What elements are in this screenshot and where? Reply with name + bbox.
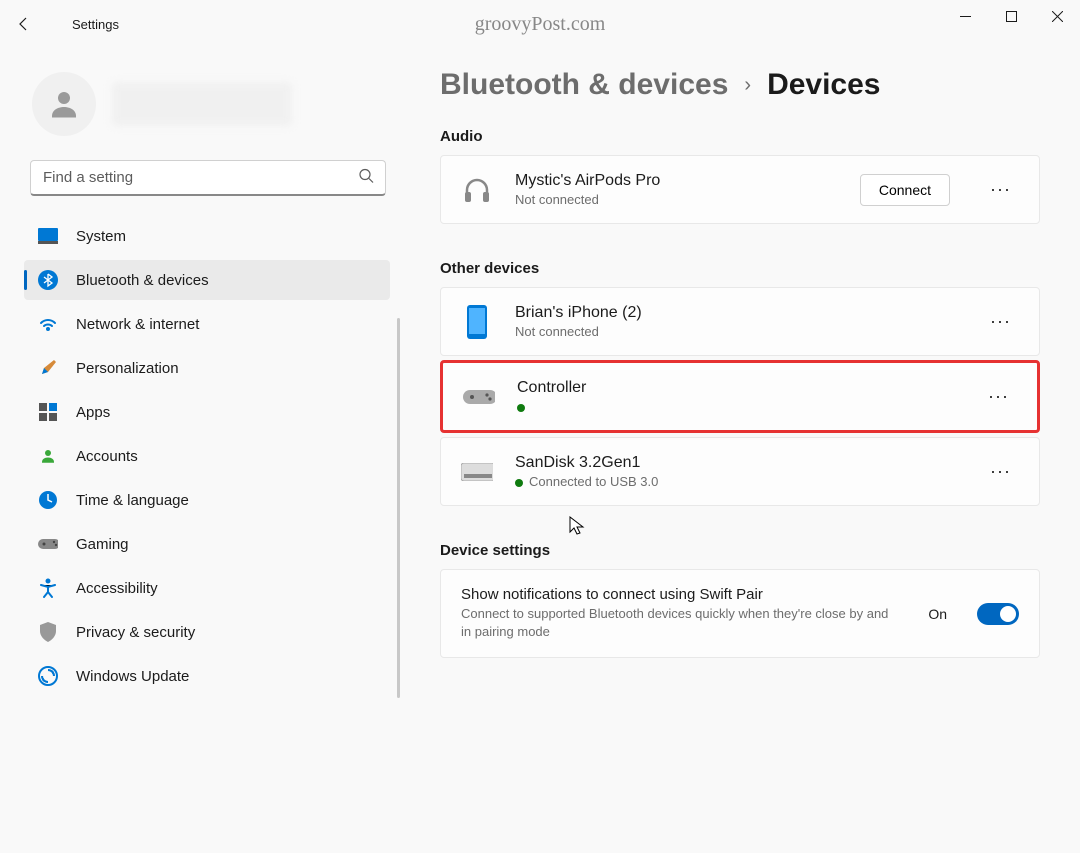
sidebar-item-privacy[interactable]: Privacy & security: [24, 612, 390, 652]
sidebar-item-label: Privacy & security: [76, 624, 195, 641]
setting-swift-pair: Show notifications to connect using Swif…: [440, 569, 1040, 658]
sidebar-item-label: Apps: [76, 404, 110, 421]
connect-button[interactable]: Connect: [860, 174, 950, 206]
sidebar-item-label: Time & language: [76, 492, 189, 509]
device-status: Not connected: [515, 324, 950, 339]
sidebar: System Bluetooth & devices Network & int…: [0, 48, 400, 853]
sidebar-item-label: Network & internet: [76, 316, 199, 333]
apps-icon: [38, 402, 58, 422]
maximize-button[interactable]: [988, 0, 1034, 32]
device-card-phone[interactable]: Brian's iPhone (2) Not connected ···: [440, 287, 1040, 356]
section-title-audio: Audio: [440, 128, 1040, 145]
shield-icon: [38, 622, 58, 642]
device-status: [517, 399, 948, 414]
sidebar-item-system[interactable]: System: [24, 216, 390, 256]
sidebar-item-accounts[interactable]: Accounts: [24, 436, 390, 476]
system-icon: [38, 226, 58, 246]
device-name: SanDisk 3.2Gen1: [515, 454, 950, 472]
sidebar-item-label: Accounts: [76, 448, 138, 465]
avatar: [32, 72, 96, 136]
setting-title: Show notifications to connect using Swif…: [461, 586, 908, 603]
breadcrumb: Bluetooth & devices › Devices: [440, 68, 1040, 102]
device-name: Mystic's AirPods Pro: [515, 172, 838, 190]
device-card-audio[interactable]: Mystic's AirPods Pro Not connected Conne…: [440, 155, 1040, 224]
clock-globe-icon: [38, 490, 58, 510]
sidebar-item-label: Gaming: [76, 536, 129, 553]
wifi-icon: [38, 314, 58, 334]
search-input[interactable]: [30, 160, 386, 196]
section-title-device-settings: Device settings: [440, 542, 1040, 559]
gamepad-icon: [38, 534, 58, 554]
sidebar-item-personalization[interactable]: Personalization: [24, 348, 390, 388]
sidebar-item-label: Windows Update: [76, 668, 189, 685]
device-name: Brian's iPhone (2): [515, 304, 950, 322]
search-icon: [358, 168, 374, 189]
person-icon: [38, 446, 58, 466]
gamepad-icon: [463, 381, 495, 413]
account-name-redacted: [112, 82, 292, 126]
watermark: groovyPost.com: [475, 13, 606, 36]
accessibility-icon: [38, 578, 58, 598]
chevron-right-icon: ›: [744, 74, 751, 97]
sidebar-item-update[interactable]: Windows Update: [24, 656, 390, 696]
breadcrumb-parent[interactable]: Bluetooth & devices: [440, 68, 728, 102]
sidebar-item-network[interactable]: Network & internet: [24, 304, 390, 344]
update-icon: [38, 666, 58, 686]
section-title-other: Other devices: [440, 260, 1040, 277]
device-status: Connected to USB 3.0: [515, 474, 950, 489]
setting-description: Connect to supported Bluetooth devices q…: [461, 605, 901, 641]
toggle-state-label: On: [928, 606, 947, 622]
bluetooth-icon: [38, 270, 58, 290]
more-button[interactable]: ···: [982, 173, 1019, 206]
main-content: Bluetooth & devices › Devices Audio Myst…: [400, 48, 1080, 853]
minimize-button[interactable]: [942, 0, 988, 32]
device-status: Not connected: [515, 192, 838, 207]
close-button[interactable]: [1034, 0, 1080, 32]
titlebar: Settings groovyPost.com: [0, 0, 1080, 48]
app-title: Settings: [72, 17, 119, 32]
sidebar-item-label: System: [76, 228, 126, 245]
breadcrumb-current: Devices: [767, 68, 880, 102]
nav: System Bluetooth & devices Network & int…: [24, 216, 392, 853]
back-button[interactable]: [4, 4, 44, 44]
device-card-controller[interactable]: Controller ···: [440, 360, 1040, 433]
more-button[interactable]: ···: [980, 380, 1017, 413]
account-header[interactable]: [24, 56, 392, 160]
sidebar-item-label: Personalization: [76, 360, 179, 377]
sidebar-item-bluetooth[interactable]: Bluetooth & devices: [24, 260, 390, 300]
sidebar-item-apps[interactable]: Apps: [24, 392, 390, 432]
device-card-storage[interactable]: SanDisk 3.2Gen1 Connected to USB 3.0 ···: [440, 437, 1040, 506]
headphones-icon: [461, 174, 493, 206]
scrollbar[interactable]: [397, 318, 400, 698]
brush-icon: [38, 358, 58, 378]
sidebar-item-accessibility[interactable]: Accessibility: [24, 568, 390, 608]
sidebar-item-time[interactable]: Time & language: [24, 480, 390, 520]
sidebar-item-label: Bluetooth & devices: [76, 272, 209, 289]
drive-icon: [461, 456, 493, 488]
status-dot-icon: [515, 479, 523, 487]
more-button[interactable]: ···: [982, 455, 1019, 488]
status-dot-icon: [517, 404, 525, 412]
more-button[interactable]: ···: [982, 305, 1019, 338]
phone-icon: [461, 306, 493, 338]
device-name: Controller: [517, 379, 948, 397]
sidebar-item-label: Accessibility: [76, 580, 158, 597]
sidebar-item-gaming[interactable]: Gaming: [24, 524, 390, 564]
swift-pair-toggle[interactable]: [977, 603, 1019, 625]
